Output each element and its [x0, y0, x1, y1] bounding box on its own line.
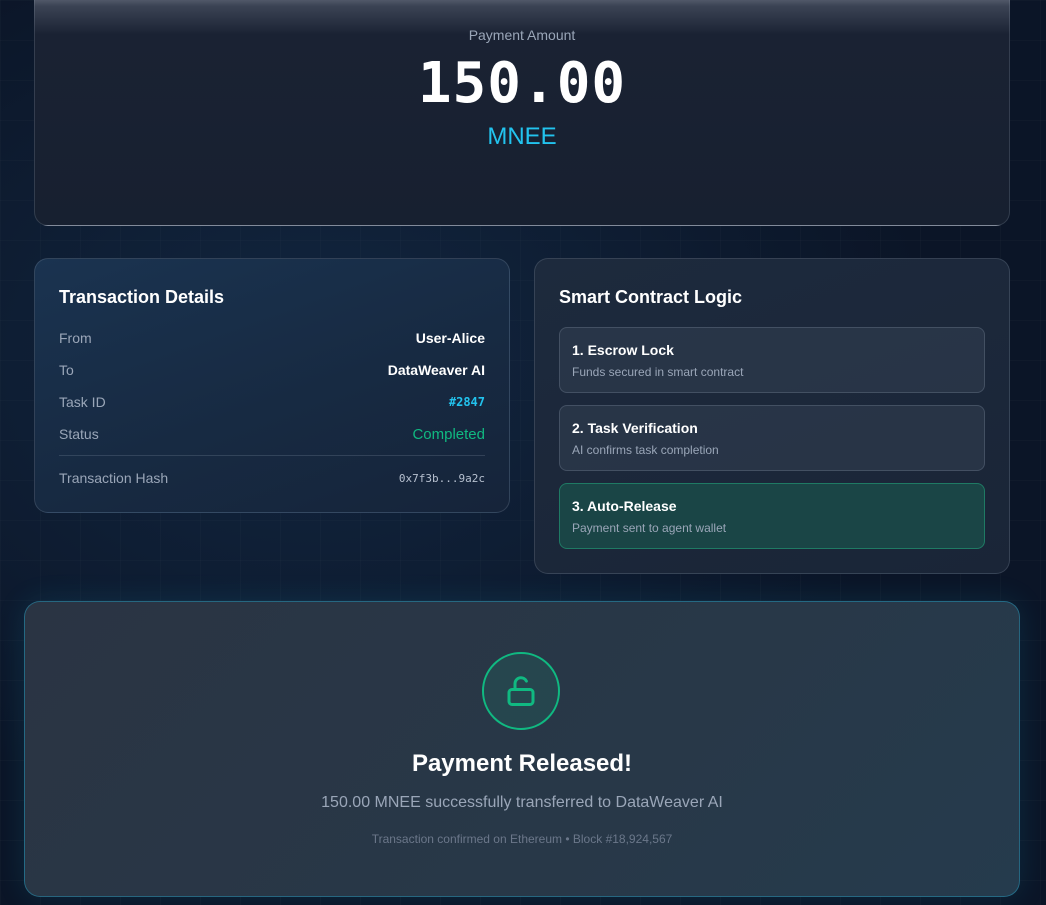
contract-step-task-verification: 2. Task Verification AI confirms task co…: [559, 405, 985, 471]
detail-key: To: [59, 362, 74, 378]
step-title: 1. Escrow Lock: [572, 342, 674, 358]
payment-amount-card: Payment Amount 150.00 MNEE: [34, 0, 1010, 226]
detail-row-from: From User-Alice: [59, 327, 485, 349]
contract-step-escrow-lock: 1. Escrow Lock Funds secured in smart co…: [559, 327, 985, 393]
detail-row-hash: Transaction Hash 0x7f3b...9a2c: [59, 467, 485, 489]
detail-key: Task ID: [59, 394, 106, 410]
transaction-hash[interactable]: 0x7f3b...9a2c: [399, 472, 485, 485]
step-description: AI confirms task completion: [572, 443, 719, 457]
status-badge: Completed: [412, 425, 485, 443]
payment-currency: MNEE: [487, 123, 557, 150]
detail-row-to: To DataWeaver AI: [59, 359, 485, 381]
payment-released-message: 150.00 MNEE successfully transferred to …: [321, 794, 723, 811]
transaction-confirmation: Transaction confirmed on Ethereum • Bloc…: [371, 832, 673, 846]
transaction-details-card: Transaction Details From User-Alice To D…: [34, 258, 510, 513]
detail-value-to: DataWeaver AI: [387, 362, 485, 378]
smart-contract-card: Smart Contract Logic 1. Escrow Lock Fund…: [534, 258, 1010, 574]
payment-amount-label: Payment Amount: [468, 27, 576, 43]
unlock-icon: [482, 652, 560, 730]
hash-label: Transaction Hash: [59, 470, 169, 486]
payment-amount-value: 150.00: [417, 51, 627, 116]
smart-contract-title: Smart Contract Logic: [559, 287, 743, 307]
details-divider: [59, 455, 485, 456]
payment-released-card: Payment Released! 150.00 MNEE successful…: [24, 601, 1020, 897]
detail-value-task-id[interactable]: #2847: [449, 395, 485, 409]
step-title: 3. Auto-Release: [572, 498, 677, 514]
detail-row-status: Status Completed: [59, 423, 485, 445]
detail-key: Status: [59, 426, 99, 442]
step-description: Funds secured in smart contract: [572, 365, 744, 379]
step-title: 2. Task Verification: [572, 420, 698, 436]
step-description: Payment sent to agent wallet: [572, 521, 727, 535]
contract-step-auto-release: 3. Auto-Release Payment sent to agent wa…: [559, 483, 985, 549]
detail-value-from: User-Alice: [415, 330, 485, 346]
detail-row-task-id: Task ID #2847: [59, 391, 485, 413]
detail-key: From: [59, 330, 92, 346]
transaction-details-title: Transaction Details: [59, 287, 225, 307]
payment-released-title: Payment Released!: [411, 750, 633, 777]
